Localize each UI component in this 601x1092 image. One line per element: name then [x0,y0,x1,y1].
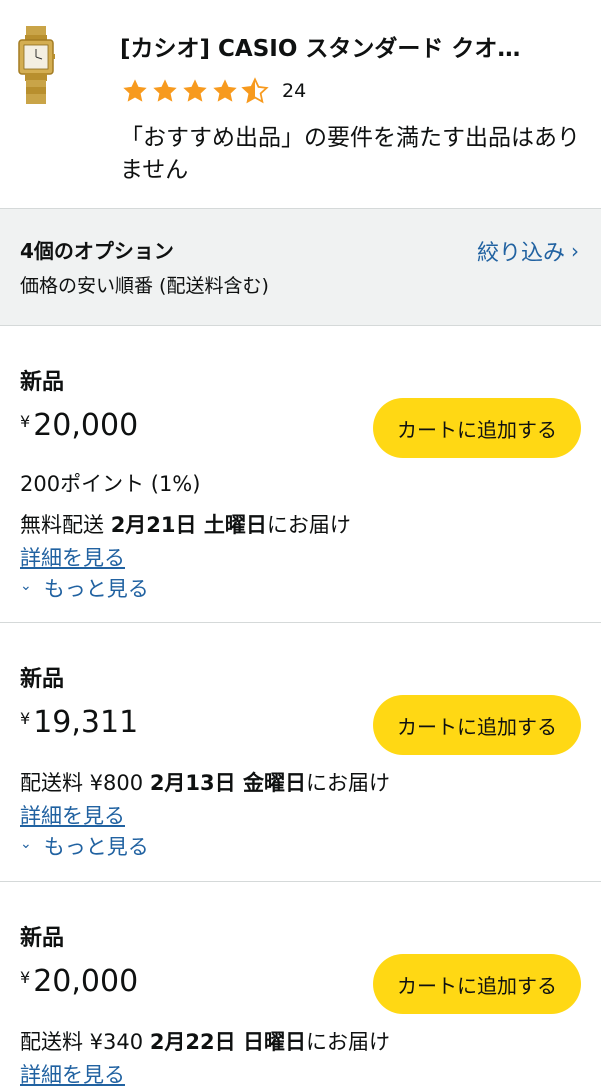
star-icon [153,79,177,102]
see-more-toggle[interactable]: ⌄ もっと見る [20,573,149,603]
delivery-date: 2月21日 土曜日 [110,513,267,537]
delivery-suffix: にお届け [305,1030,390,1054]
offer-condition: 新品 [20,926,65,951]
rating-count: 24 [282,80,307,102]
delivery-suffix: にお届け [305,771,390,795]
product-title[interactable]: [カシオ] CASIO スタンダード クオ… [120,34,570,64]
no-recommended-offer-notice: 「おすすめ出品」の要件を満たす出品はありません [120,125,580,183]
offer-delivery: 配送料 ¥340 2月22日 日曜日にお届け [20,1026,390,1056]
details-link[interactable]: 詳細を見る [20,1059,125,1089]
star-half-icon [241,77,269,104]
star-icon [123,79,147,102]
offer-price: ¥20,000 [20,964,138,999]
shipping-label: 配送料 ¥340 [20,1030,144,1054]
offer-condition: 新品 [20,667,65,692]
add-to-cart-button[interactable]: カートに追加する [373,398,581,458]
details-link[interactable]: 詳細を見る [20,800,125,830]
sort-order-label: 価格の安い順番 (配送料含む) [20,275,269,297]
offer-delivery: 配送料 ¥800 2月13日 金曜日にお届け [20,767,390,797]
delivery-date: 2月22日 日曜日 [149,1030,306,1054]
price-value: 20,000 [33,408,139,443]
star-icon [183,79,207,102]
delivery-date: 2月13日 金曜日 [149,771,306,795]
see-more-toggle[interactable]: ⌄ もっと見る [20,831,149,861]
rating-stars [120,77,270,105]
star-icon [213,79,237,102]
add-to-cart-button[interactable]: カートに追加する [373,954,581,1014]
product-header: [カシオ] CASIO スタンダード クオ… 24 「おすすめ出品」の要件を満た… [0,0,601,209]
options-count: 4個のオプション [20,239,174,263]
offer-card: 新品 ¥20,000 カートに追加する 200ポイント (1%) 無料配送 2月… [0,326,601,623]
price-value: 19,311 [33,705,139,740]
chevron-down-icon: ⌄ [20,836,32,852]
add-to-cart-button[interactable]: カートに追加する [373,695,581,755]
delivery-suffix: にお届け [266,513,351,537]
offer-delivery: 無料配送 2月21日 土曜日にお届け [20,509,351,539]
filter-link[interactable]: 絞り込み › [477,235,579,267]
currency-symbol: ¥ [20,412,31,431]
offer-price: ¥19,311 [20,705,138,740]
chevron-down-icon: ⌄ [20,578,32,594]
offer-condition: 新品 [20,370,65,395]
offer-card: 新品 ¥19,311 カートに追加する 配送料 ¥800 2月13日 金曜日にお… [0,623,601,882]
chevron-right-icon: › [571,239,579,263]
currency-symbol: ¥ [20,968,31,987]
shipping-label: 無料配送 [20,513,104,537]
options-bar: 4個のオプション 価格の安い順番 (配送料含む) 絞り込み › [0,209,601,326]
price-value: 20,000 [33,964,139,999]
currency-symbol: ¥ [20,709,31,728]
offer-points: 200ポイント (1%) [20,472,201,496]
filter-label: 絞り込み [476,241,565,266]
see-more-label: もっと見る [43,577,149,601]
shipping-label: 配送料 ¥800 [20,771,144,795]
product-rating[interactable]: 24 [120,76,306,106]
details-link[interactable]: 詳細を見る [20,542,125,572]
offer-price: ¥20,000 [20,408,138,443]
product-thumbnail[interactable] [16,26,56,106]
see-more-label: もっと見る [43,835,149,859]
offer-card: 新品 ¥20,000 カートに追加する 配送料 ¥340 2月22日 日曜日にお… [0,882,601,1092]
